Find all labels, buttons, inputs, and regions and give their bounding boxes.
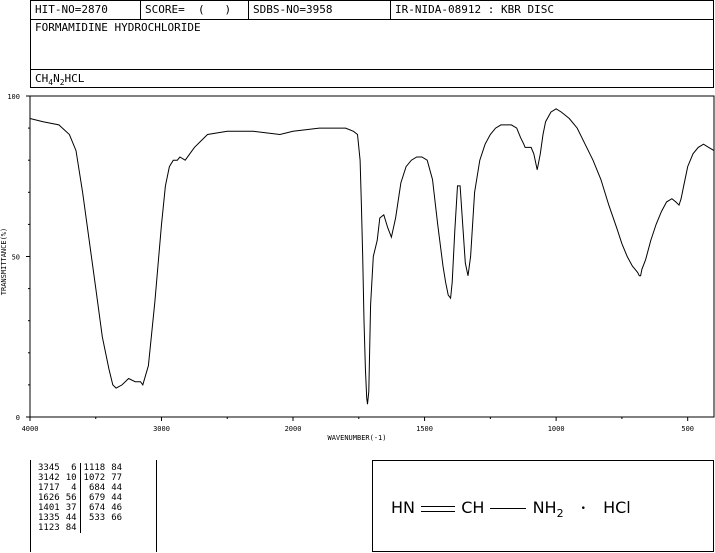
peak-wavenumber: 3142	[38, 473, 60, 483]
x-tick-label: 1000	[548, 425, 565, 433]
peak-wavenumber: 1072	[79, 473, 109, 483]
peak-wavenumber	[79, 523, 109, 533]
peak-wavenumber: 3345	[38, 463, 60, 473]
x-tick-label: 4000	[22, 425, 39, 433]
x-tick-label: 3000	[153, 425, 170, 433]
y-axis-label: TRANSMITTANCE(%)	[0, 228, 8, 295]
structure-ch: CH	[461, 498, 485, 517]
structure-nh: NH	[532, 498, 557, 517]
structure-dot: •	[580, 503, 586, 514]
peak-transmittance: 46	[111, 503, 123, 513]
peak-transmittance: 44	[111, 493, 123, 503]
structure-panel: HN CH NH2 • HCl	[372, 460, 714, 552]
y-tick-label: 100	[7, 93, 20, 101]
y-tick-label: 0	[16, 414, 20, 422]
peak-row: 3142 10 1072 77	[35, 473, 125, 483]
plot-frame	[29, 95, 715, 418]
peak-transmittance: 44	[111, 483, 123, 493]
structure-hn: HN	[391, 498, 415, 517]
peak-row: 3345 6 1118 84	[35, 463, 125, 473]
peak-wavenumber: 1626	[38, 493, 60, 503]
peak-transmittance: 56	[65, 493, 77, 503]
chart-ticks: 4000 3000 2000 1500 1000 500100500	[7, 93, 694, 433]
peak-wavenumber: 1401	[38, 503, 60, 513]
peak-transmittance: 84	[65, 523, 77, 533]
peak-wavenumber: 1335	[38, 513, 60, 523]
single-bond	[490, 508, 527, 509]
peak-row: 1335 44 533 66	[35, 513, 125, 523]
peak-transmittance: 77	[111, 473, 123, 483]
peak-wavenumber: 533	[79, 513, 109, 523]
peak-row: 1123 84	[35, 523, 125, 533]
peak-wavenumber: 674	[79, 503, 109, 513]
peak-row: 1401 37 674 46	[35, 503, 125, 513]
peak-row: 1717 4 684 44	[35, 483, 125, 493]
peak-transmittance: 6	[71, 463, 77, 473]
peak-transmittance: 10	[65, 473, 77, 483]
peak-transmittance: 66	[111, 513, 123, 523]
peak-transmittance	[108, 523, 125, 533]
x-axis-label: WAVENUMBER(-1)	[327, 434, 386, 442]
structure-formula: HN CH NH2 • HCl	[391, 498, 631, 520]
peak-row: 1626 56 679 44	[35, 493, 125, 503]
peak-transmittance: 84	[111, 463, 123, 473]
x-tick-label: 2000	[285, 425, 302, 433]
spectrum-line	[29, 108, 715, 405]
peak-wavenumber: 684	[79, 483, 109, 493]
double-bond	[421, 505, 456, 512]
peak-table-panel: 3345 6 1118 84 3142 10 1072 77 1717 4 684 44 1626 56 6…	[30, 460, 157, 552]
x-tick-label: 1500	[416, 425, 433, 433]
chart-axes	[29, 95, 715, 418]
peak-wavenumber: 1717	[38, 483, 60, 493]
structure-subscript: 2	[556, 507, 564, 521]
peak-wavenumber: 1118	[79, 463, 109, 473]
structure-hcl: HCl	[603, 498, 631, 517]
peak-transmittance: 44	[65, 513, 77, 523]
peak-wavenumber: 1123	[38, 523, 60, 533]
peak-transmittance: 37	[65, 503, 77, 513]
peak-table: 3345 6 1118 84 3142 10 1072 77 1717 4 684 44 1626 56 6…	[35, 463, 125, 533]
y-tick-label: 50	[12, 254, 20, 262]
peak-transmittance: 4	[71, 483, 77, 493]
x-tick-label: 500	[681, 425, 694, 433]
peak-wavenumber: 679	[79, 493, 109, 503]
ir-spectrum-chart: 4000 3000 2000 1500 1000 500100500 WAVENUMBER…	[0, 93, 715, 442]
